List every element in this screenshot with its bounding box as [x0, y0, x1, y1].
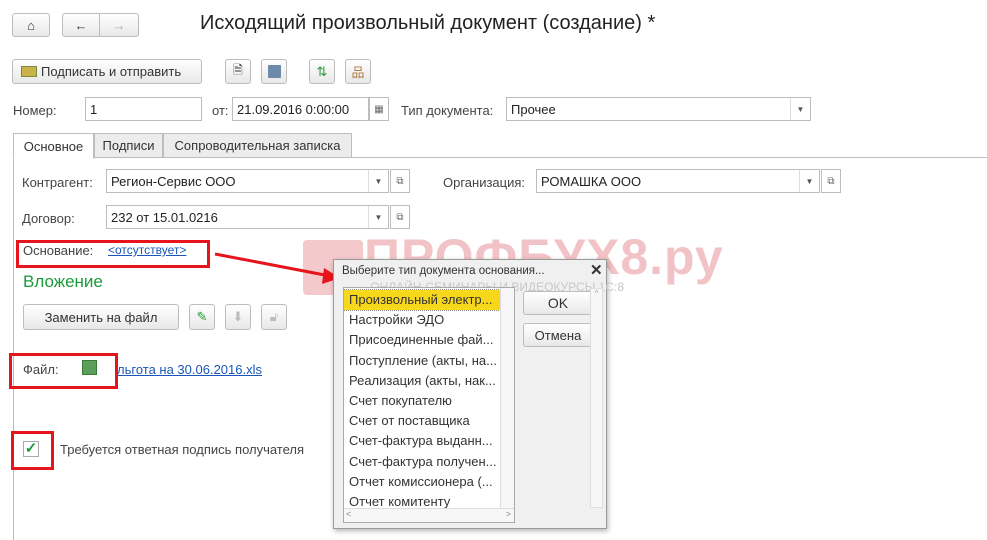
dialog-title: Выберите тип документа основания... [342, 265, 545, 277]
document-type-list[interactable]: Произвольный электр... Настройки ЭДО Присо… [343, 287, 515, 523]
list-item[interactable]: Счет-фактура получен... [344, 452, 500, 472]
list-vertical-scrollbar[interactable] [500, 288, 514, 510]
select-basis-dialog: Выберите тип документа основания... ✕ ОН… [333, 259, 624, 529]
list-item[interactable]: Настройки ЭДО [344, 310, 500, 330]
list-item[interactable]: Счет-фактура выданн... [344, 431, 500, 451]
list-item[interactable]: Счет от поставщика [344, 411, 500, 431]
close-icon[interactable]: ✕ [590, 261, 603, 279]
list-item[interactable]: Счет покупателю [344, 391, 500, 411]
dialog-scrollbar[interactable]: ^ [590, 288, 603, 508]
list-item[interactable]: Реализация (акты, нак... [344, 371, 500, 391]
list-item[interactable]: Поступление (акты, на... [344, 351, 500, 371]
ok-button[interactable]: OK [523, 291, 593, 315]
list-item[interactable]: Присоединенные фай... [344, 330, 500, 350]
list-item[interactable]: Отчет комиссионера (... [344, 472, 500, 492]
list-item[interactable]: Произвольный электр... [344, 288, 501, 312]
list-horizontal-scrollbar[interactable]: < > [344, 508, 514, 522]
cancel-button[interactable]: Отмена [523, 323, 593, 347]
